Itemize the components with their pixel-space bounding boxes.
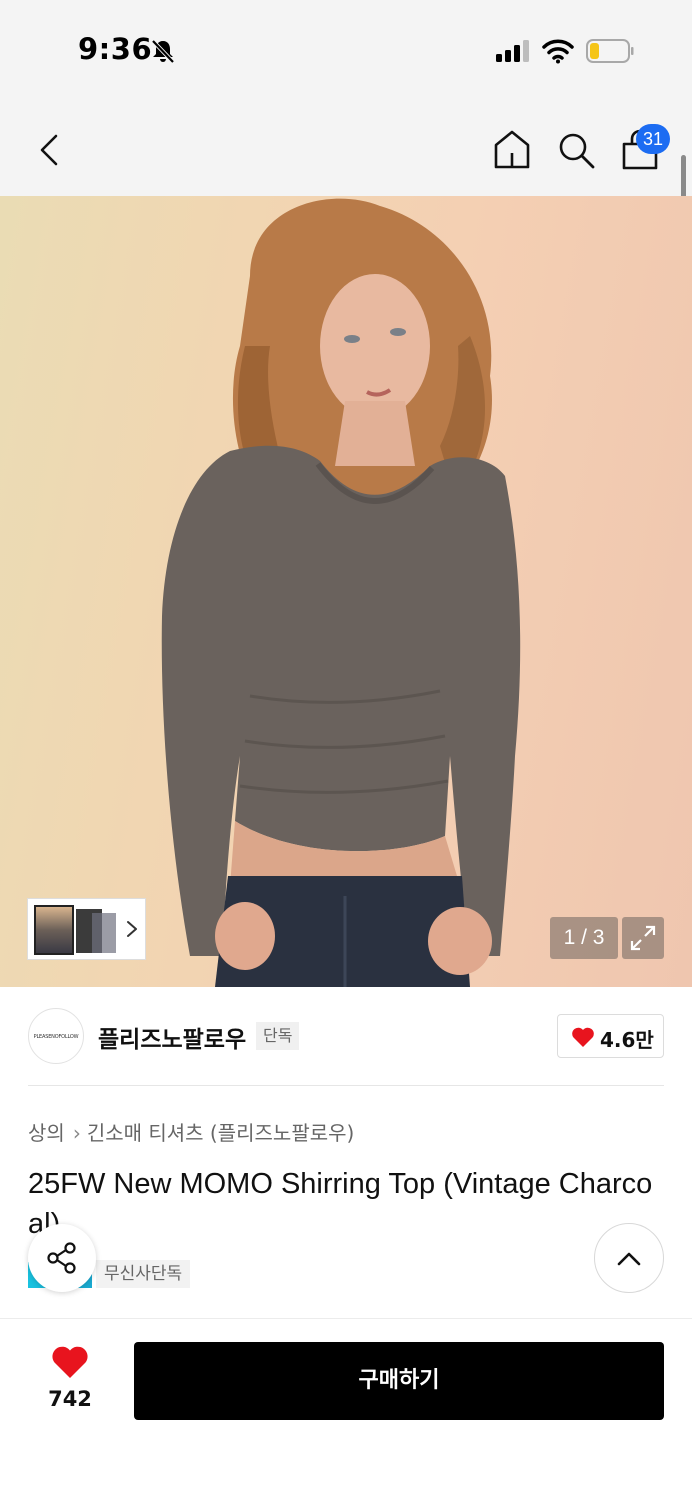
exclusive-label: 무신사단독 [96, 1260, 191, 1288]
chevron-right-icon: › [72, 1121, 81, 1145]
brand-logo-text: PLEASENOFOLLOW [33, 1034, 79, 1040]
status-bar: 9:36 [0, 0, 692, 100]
divider [28, 1085, 664, 1086]
brand-like-button[interactable]: 4.6만 [557, 1014, 664, 1058]
bell-off-icon [151, 39, 175, 64]
thumbnail-3[interactable] [92, 913, 116, 953]
brand-logo[interactable]: PLEASENOFOLLOW [28, 1008, 84, 1064]
navigation-bar [0, 100, 692, 196]
back-icon[interactable] [30, 130, 70, 170]
chevron-right-icon[interactable] [124, 919, 140, 939]
product-title: 25FW New MOMO Shirring Top (Vintage Char… [28, 1168, 653, 1240]
signal-icon [496, 40, 529, 62]
share-button[interactable] [28, 1224, 96, 1292]
share-icon [47, 1242, 76, 1274]
expand-icon[interactable] [622, 917, 664, 959]
wifi-icon [542, 39, 574, 64]
scroll-to-top-button[interactable] [594, 1223, 664, 1293]
wishlist-count: 742 [48, 1387, 92, 1411]
brand-like-count: 4.6만 [600, 1028, 654, 1052]
bottom-action-bar: 742 구매하기 [0, 1318, 692, 1500]
buy-button[interactable]: 구매하기 [134, 1342, 664, 1420]
product-image-gallery[interactable]: 1 / 3 [0, 196, 692, 987]
product-photo [161, 198, 521, 987]
search-icon[interactable] [556, 130, 596, 170]
heart-icon [572, 1027, 594, 1047]
wishlist-button[interactable]: 742 [40, 1345, 100, 1415]
heart-icon [52, 1346, 88, 1378]
thumbnail-1[interactable] [34, 905, 74, 955]
thumbnail-strip[interactable] [28, 899, 145, 959]
cart-count-badge: 31 [636, 124, 670, 154]
image-page-counter: 1 / 3 [550, 917, 618, 959]
breadcrumb-item-top[interactable]: 상의 [28, 1121, 65, 1145]
breadcrumb-item-category[interactable]: 긴소매 티셔츠 (플리즈노팔로우) [87, 1121, 355, 1145]
status-time: 9:36 [78, 32, 153, 66]
brand-name[interactable]: 플리즈노팔로우 [98, 1020, 246, 1054]
home-icon[interactable] [492, 128, 532, 170]
brand-exclusive-tag: 단독 [256, 1022, 300, 1050]
chevron-up-icon [617, 1252, 641, 1266]
battery-icon [586, 39, 634, 63]
breadcrumb: 상의 › 긴소매 티셔츠 (플리즈노팔로우) [28, 1117, 354, 1146]
